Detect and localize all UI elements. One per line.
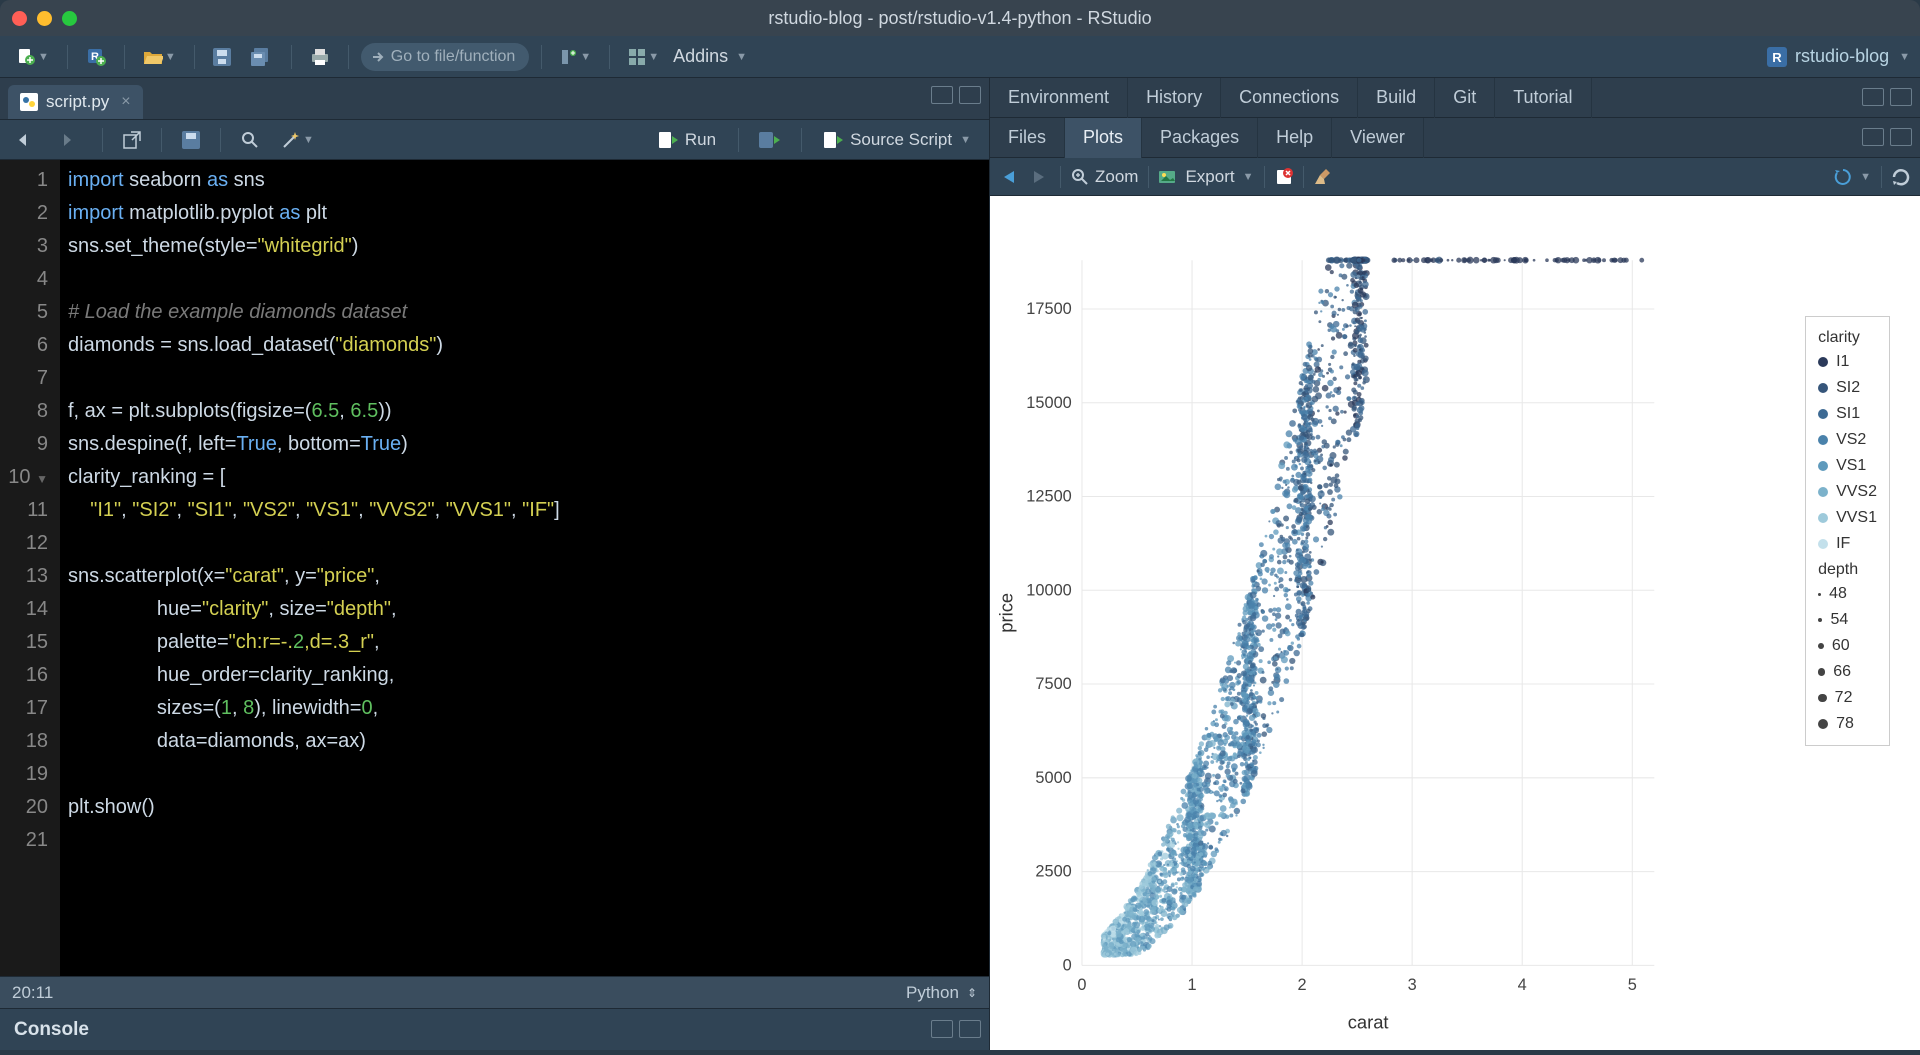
tab-history[interactable]: History: [1128, 78, 1221, 118]
delete-icon: [1275, 168, 1293, 186]
project-menu[interactable]: R rstudio-blog▼: [1767, 46, 1910, 67]
maximize-pane-icon[interactable]: [959, 86, 981, 104]
export-icon: [1159, 169, 1179, 185]
minimize-output-icon[interactable]: [1862, 128, 1884, 146]
svg-text:5: 5: [1628, 976, 1637, 994]
window-title: rstudio-blog - post/rstudio-v1.4-python …: [0, 8, 1920, 29]
tab-connections[interactable]: Connections: [1221, 78, 1358, 118]
svg-text:5000: 5000: [1035, 769, 1071, 787]
scatter-plot: 0 2500 5000 7500 10000 12500 15000 17500 0 1 2 3 4 5 c…: [990, 196, 1920, 1050]
tab-tutorial[interactable]: Tutorial: [1495, 78, 1591, 118]
code-content[interactable]: import seaborn as snsimport matplotlib.p…: [60, 160, 560, 976]
language-mode[interactable]: Python: [906, 983, 959, 1003]
popout-button[interactable]: [117, 126, 147, 154]
source-icon: [824, 132, 844, 148]
main-toolbar: ▼ R ▼ Go to file/function ▼ ▼ Addins▼ R …: [0, 36, 1920, 78]
r-project-icon: R: [1767, 47, 1787, 67]
line-gutter: 12345678910 ▼1112131415161718192021: [0, 160, 60, 976]
python-file-icon: [20, 93, 38, 111]
minimize-pane-icon[interactable]: [931, 86, 953, 104]
new-project-button[interactable]: R: [80, 43, 112, 71]
save-all-button[interactable]: [245, 43, 279, 71]
run-icon: [659, 132, 679, 148]
output-tabs: FilesPlotsPackagesHelpViewer: [990, 118, 1920, 158]
tools-button[interactable]: ▼: [554, 43, 597, 71]
plot-toolbar: Zoom Export▼ ▼: [990, 158, 1920, 196]
maximize-env-icon[interactable]: [1890, 88, 1912, 106]
svg-text:7500: 7500: [1035, 675, 1071, 693]
svg-text:4: 4: [1518, 976, 1527, 994]
tab-environment[interactable]: Environment: [990, 78, 1128, 118]
print-button[interactable]: [304, 43, 336, 71]
svg-text:15000: 15000: [1026, 394, 1071, 412]
rerun-button[interactable]: [753, 126, 787, 154]
svg-text:2: 2: [1298, 976, 1307, 994]
find-button[interactable]: [235, 126, 265, 154]
tab-help[interactable]: Help: [1258, 118, 1332, 158]
svg-text:0: 0: [1077, 976, 1086, 994]
tab-viewer[interactable]: Viewer: [1332, 118, 1424, 158]
svg-text:10000: 10000: [1026, 581, 1071, 599]
maximize-output-icon[interactable]: [1890, 128, 1912, 146]
arrow-right-icon: [371, 50, 385, 64]
tab-plots[interactable]: Plots: [1065, 118, 1142, 158]
env-tabs: EnvironmentHistoryConnectionsBuildGitTut…: [990, 78, 1920, 118]
source-script-button[interactable]: Source Script▼: [816, 126, 979, 154]
goto-file-placeholder: Go to file/function: [391, 48, 516, 66]
svg-text:0: 0: [1063, 956, 1072, 974]
svg-text:3: 3: [1408, 976, 1417, 994]
broom-icon: [1314, 168, 1334, 186]
export-button[interactable]: Export▼: [1159, 167, 1253, 187]
svg-text:R: R: [1772, 50, 1782, 65]
remove-plot-button[interactable]: [1275, 168, 1293, 186]
plot-next-button[interactable]: [1030, 170, 1050, 184]
close-tab-icon[interactable]: ×: [121, 93, 130, 111]
editor-statusbar: 20:11 Python⇕: [0, 976, 989, 1008]
editor-toolbar: ▼ Run Source Script▼: [0, 120, 989, 160]
clear-plots-button[interactable]: [1314, 168, 1334, 186]
plot-legend: clarityI1SI2SI1VS2VS1VVS2VVS1IFdepth4854…: [1805, 316, 1890, 746]
panes-button[interactable]: ▼: [622, 43, 665, 71]
addins-menu[interactable]: Addins▼: [673, 46, 747, 67]
tab-build[interactable]: Build: [1358, 78, 1435, 118]
titlebar: rstudio-blog - post/rstudio-v1.4-python …: [0, 0, 1920, 36]
goto-file-input[interactable]: Go to file/function: [361, 43, 530, 71]
svg-text:17500: 17500: [1026, 300, 1071, 318]
svg-text:2500: 2500: [1035, 863, 1071, 881]
new-file-button[interactable]: ▼: [10, 43, 55, 71]
maximize-console-icon[interactable]: [959, 1020, 981, 1038]
forward-button[interactable]: [54, 126, 88, 154]
cursor-position: 20:11: [12, 983, 53, 1003]
save-button[interactable]: [207, 43, 237, 71]
svg-text:price: price: [995, 593, 1016, 633]
publish-plot-button[interactable]: [1892, 168, 1910, 186]
svg-text:1: 1: [1187, 976, 1196, 994]
back-button[interactable]: [10, 126, 44, 154]
tab-label: script.py: [46, 92, 109, 112]
zoom-icon: [1071, 168, 1089, 186]
tab-files[interactable]: Files: [990, 118, 1065, 158]
plot-prev-button[interactable]: [1000, 170, 1020, 184]
zoom-button[interactable]: Zoom: [1071, 167, 1138, 187]
refresh-plot-button[interactable]: ▼: [1834, 168, 1871, 186]
right-panel: EnvironmentHistoryConnectionsBuildGitTut…: [990, 78, 1920, 1050]
source-panel: script.py × ▼ Run: [0, 78, 990, 1050]
save-doc-button[interactable]: [176, 126, 206, 154]
svg-text:12500: 12500: [1026, 488, 1071, 506]
tab-script-py[interactable]: script.py ×: [8, 85, 143, 119]
tab-packages[interactable]: Packages: [1142, 118, 1258, 158]
run-button[interactable]: Run: [651, 126, 724, 154]
svg-text:carat: carat: [1348, 1012, 1389, 1033]
console-label: Console: [14, 1019, 89, 1041]
source-tabs: script.py ×: [0, 78, 989, 120]
tab-git[interactable]: Git: [1435, 78, 1495, 118]
minimize-console-icon[interactable]: [931, 1020, 953, 1038]
plot-area: 0 2500 5000 7500 10000 12500 15000 17500 0 1 2 3 4 5 c…: [990, 196, 1920, 1050]
console-pane-header[interactable]: Console: [0, 1008, 989, 1050]
minimize-env-icon[interactable]: [1862, 88, 1884, 106]
open-file-button[interactable]: ▼: [137, 43, 182, 71]
wand-button[interactable]: ▼: [275, 126, 320, 154]
code-editor[interactable]: 12345678910 ▼1112131415161718192021 impo…: [0, 160, 989, 976]
